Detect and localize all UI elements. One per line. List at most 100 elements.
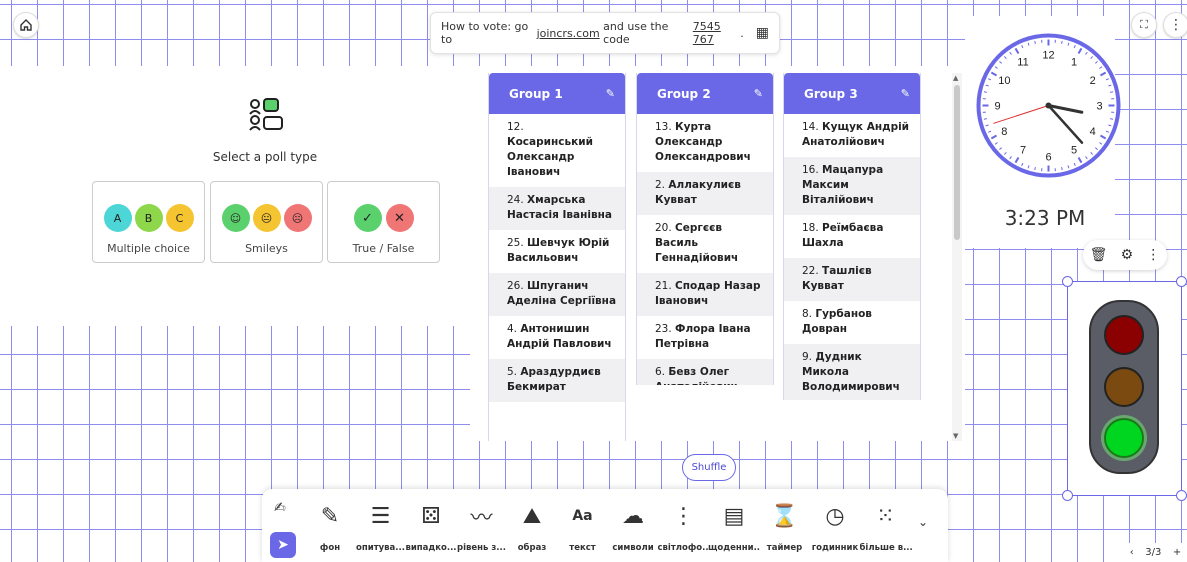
chevron-down-icon[interactable]: ⌄ <box>918 515 928 529</box>
poll-icon: ☰ <box>370 503 391 529</box>
member-number: 2. <box>655 179 666 191</box>
group-member: 6. Бевз Олег Анатолійович <box>637 359 773 385</box>
tool-label: фон <box>319 543 341 553</box>
group-member: 8. Гурбанов Довран <box>784 301 920 344</box>
tool-more-apps[interactable]: ⁙ більше в... <box>859 501 912 554</box>
scroll-up-icon[interactable]: ▲ <box>953 74 958 82</box>
resize-handle[interactable] <box>1176 276 1187 287</box>
gear-icon[interactable]: ⚙ <box>1121 247 1134 263</box>
prev-page-button[interactable]: ‹ <box>1130 547 1134 558</box>
group-member: 26. Шпуганич Аделіна Сергіївна <box>489 273 625 316</box>
tool-background[interactable]: ✎ фон <box>304 501 356 554</box>
vote-site-link[interactable]: joincrs.com <box>537 27 600 40</box>
tool-label: текст <box>569 543 596 553</box>
more-vertical-icon: ⋮ <box>1169 17 1183 33</box>
tool-label: годинник <box>811 543 859 553</box>
member-name: Гурбанов Довран <box>802 308 872 335</box>
clock-tick <box>983 91 987 93</box>
clock-number: 4 <box>1090 126 1096 138</box>
resize-handle[interactable] <box>1062 276 1073 287</box>
tool-label: випадко... <box>405 543 457 553</box>
tool-random[interactable]: ⚄ випадко... <box>405 501 457 554</box>
tool-traffic-light[interactable]: ⋮ світлофо... <box>658 501 710 554</box>
clock-number: 6 <box>1045 152 1051 164</box>
clock-number: 12 <box>1042 50 1054 62</box>
group-member: 12. Косаринський Олександр Іванович <box>489 114 625 187</box>
clock-number: 7 <box>1020 145 1026 157</box>
scroll-down-icon[interactable]: ▼ <box>953 432 958 440</box>
group-column-1: Group 1 ✎ 12. Косаринський Олександр Івано… <box>488 73 626 441</box>
member-number: 18. <box>802 222 819 234</box>
resize-handle[interactable] <box>1062 490 1073 501</box>
home-button[interactable] <box>13 12 39 38</box>
clock-number: 10 <box>998 75 1010 87</box>
clock-number: 1 <box>1071 56 1077 68</box>
analog-clock: 121234567891011 <box>976 33 1121 178</box>
scroll-thumb[interactable] <box>954 85 960 240</box>
member-name: Кущук Андрій Анатолійович <box>802 121 910 148</box>
pen-icon[interactable]: ✍ <box>274 500 286 516</box>
option-b-badge: B <box>134 204 163 232</box>
poll-option-true-false[interactable]: ✓ ✕ True / False <box>327 181 440 263</box>
group-member: 18. Реїмбаєва Шахла <box>784 215 920 258</box>
tool-symbols[interactable]: ☁ символи <box>607 501 659 554</box>
vote-prefix: How to vote: go to <box>441 20 529 46</box>
tool-clock[interactable]: ◷ годинник <box>809 501 861 554</box>
select-tool-button[interactable]: ➤ <box>270 532 296 558</box>
menu-button[interactable]: ⋮ <box>1163 12 1187 38</box>
group-member: 22. Ташлієв Кувват <box>784 258 920 301</box>
member-number: 12. <box>507 121 524 133</box>
red-light[interactable] <box>1104 315 1144 355</box>
edit-group-icon[interactable]: ✎ <box>754 87 763 100</box>
shuffle-button[interactable]: Shuffle <box>682 454 736 481</box>
clock-number: 3 <box>1096 101 1102 113</box>
clock-tick <box>1034 40 1036 44</box>
member-number: 20. <box>655 222 672 234</box>
home-icon <box>20 19 32 31</box>
tool-label: більше в... <box>859 543 912 553</box>
member-number: 6. <box>655 366 666 378</box>
trash-icon[interactable]: 🗑 <box>1090 247 1108 263</box>
group-member: 13. Курта Олександр Олександрович <box>637 114 773 172</box>
clock-tick <box>1034 167 1036 171</box>
group-title: Group 3 <box>804 86 858 101</box>
groups-scrollbar[interactable]: ▲ ▼ <box>952 73 962 441</box>
schedule-icon: ▤ <box>723 503 745 529</box>
edit-group-icon[interactable]: ✎ <box>606 87 615 100</box>
tool-noise-level[interactable]: 〰 рівень з... <box>456 501 508 553</box>
tool-label: рівень з... <box>457 543 506 553</box>
tool-label: щоденни... <box>708 543 760 553</box>
edit-group-icon[interactable]: ✎ <box>901 87 910 100</box>
group-member: 23. Флора Івана Петрівна <box>637 316 773 359</box>
group-member: 24. Хмарська Настасія Іванівна <box>489 187 625 230</box>
clock-tick <box>983 118 987 120</box>
tool-poll[interactable]: ☰ опитува... <box>355 501 407 554</box>
tool-schedule[interactable]: ▤ щоденни... <box>708 501 760 554</box>
page-indicator: 3/3 <box>1145 547 1162 558</box>
group-member: 14. Кущук Андрій Анатолійович <box>784 114 920 157</box>
poll-type-icon <box>249 98 283 131</box>
cursor-icon: ➤ <box>277 537 289 553</box>
tool-text[interactable]: Aa текст <box>557 501 609 553</box>
tool-label: опитува... <box>356 543 405 553</box>
widget-toolbar: 🗑 ⚙ ⋮ <box>1083 240 1167 270</box>
poll-option-label: Multiple choice <box>107 242 190 255</box>
clock-icon: ◷ <box>825 503 845 529</box>
option-a-badge: A <box>103 204 132 232</box>
tool-image[interactable]: ⛰ образ <box>506 501 558 554</box>
qr-code-icon[interactable]: ▦ <box>756 25 769 41</box>
member-name: Араздурдиєв Бекмират <box>507 366 601 393</box>
more-vertical-icon[interactable]: ⋮ <box>1146 247 1160 263</box>
group-member: 20. Сергєєв Василь Геннадійович <box>637 215 773 273</box>
fullscreen-button[interactable]: ⛶ <box>1131 12 1157 38</box>
resize-handle[interactable] <box>1176 490 1187 501</box>
sad-face-icon: ☹ <box>283 204 312 232</box>
poll-option-multiple-choice[interactable]: A B C Multiple choice <box>92 181 205 263</box>
green-light[interactable] <box>1104 418 1144 458</box>
amber-light[interactable] <box>1104 367 1144 407</box>
option-c-badge: C <box>165 204 194 232</box>
add-page-button[interactable]: + <box>1173 547 1181 558</box>
clock-number: 8 <box>1001 126 1007 138</box>
poll-option-smileys[interactable]: ☺ 😐 ☹ Smileys <box>210 181 323 263</box>
tool-timer[interactable]: ⌛ таймер <box>759 501 811 554</box>
